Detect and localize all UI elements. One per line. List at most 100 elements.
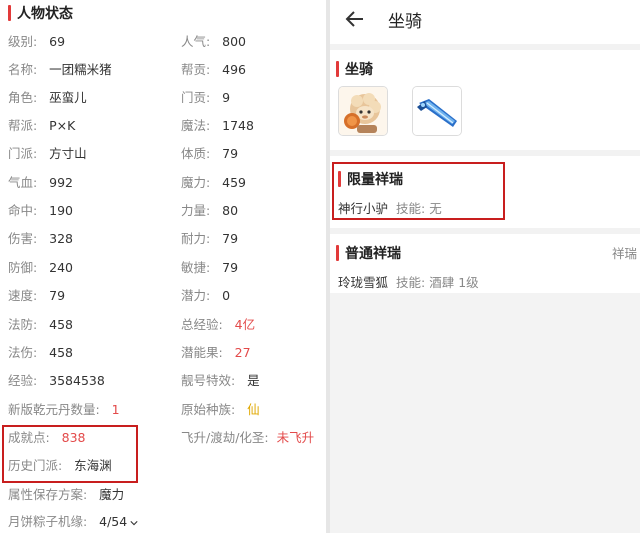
- stat-value: 1: [111, 402, 120, 417]
- stat-label: 速度:: [8, 288, 38, 303]
- stat-popularity: 人气: 800: [181, 34, 246, 50]
- stat-total-exp: 总经验: 4亿: [181, 317, 255, 333]
- stat-value: 魔力: [99, 487, 125, 502]
- stat-accuracy: 命中: 190: [8, 203, 73, 219]
- mount-name: 玲珑雪狐: [338, 275, 389, 290]
- stat-constitution: 体质: 79: [181, 146, 238, 162]
- sheep-mount-image: [339, 87, 387, 135]
- section-gap: [330, 44, 640, 50]
- stat-magic-power: 魔力: 459: [181, 175, 246, 191]
- stat-guild-contribution: 帮贡: 496: [181, 62, 246, 78]
- stat-value: 79: [222, 146, 239, 161]
- stat-value: 是: [247, 373, 260, 388]
- stat-label: 级别:: [8, 34, 38, 49]
- mount-panel: 坐骑 坐骑 限量祥瑞 神行小驴 技能: 无 普通祥瑞 祥瑞 玲珑雪狐 技能: 酒…: [330, 0, 640, 533]
- stat-label: 潜能果:: [181, 345, 223, 360]
- stat-level: 级别: 69: [8, 34, 65, 50]
- stat-attribute-plan: 属性保存方案: 魔力: [8, 487, 124, 503]
- stat-value: 4亿: [234, 317, 256, 332]
- stat-label: 法伤:: [8, 345, 38, 360]
- stat-value: 69: [49, 34, 66, 49]
- stat-label: 经验:: [8, 373, 38, 388]
- stat-value: 方寸山: [49, 146, 87, 161]
- blue-sword-mount-icon[interactable]: [412, 86, 462, 136]
- stat-label: 角色:: [8, 90, 38, 105]
- stat-value: 240: [49, 260, 73, 275]
- section-accent-bar: [8, 5, 11, 21]
- stat-speed: 速度: 79: [8, 288, 65, 304]
- stat-mooncake-chance[interactable]: 月饼粽子机缘: 4/54: [8, 514, 138, 530]
- stat-label: 魔力:: [181, 175, 211, 190]
- sheep-mount-icon[interactable]: [338, 86, 388, 136]
- page-title: 坐骑: [388, 12, 422, 32]
- section-accent-bar: [336, 61, 339, 77]
- stat-value: P×K: [49, 118, 76, 133]
- normal-section-header: 普通祥瑞: [336, 243, 401, 263]
- stat-value: 459: [222, 175, 246, 190]
- back-button[interactable]: [342, 6, 368, 32]
- stat-strength: 力量: 80: [181, 203, 238, 219]
- stat-label: 伤害:: [8, 231, 38, 246]
- stat-label: 气血:: [8, 175, 38, 190]
- blue-sword-mount-image: [413, 87, 461, 135]
- stat-label: 力量:: [181, 203, 211, 218]
- section-gap: [330, 150, 640, 156]
- stat-value: 9: [222, 90, 231, 105]
- stat-value: 190: [49, 203, 73, 218]
- list-item: 玲珑雪狐 技能: 酒肆 1级: [338, 272, 479, 291]
- stat-hp: 气血: 992: [8, 175, 73, 191]
- stat-label: 原始种族:: [181, 402, 236, 417]
- stat-value: 800: [222, 34, 246, 49]
- stat-label: 敏捷:: [181, 260, 211, 275]
- stat-qianyuan-pills: 新版乾元丹数量: 1: [8, 402, 120, 418]
- stat-potential: 潜力: 0: [181, 288, 230, 304]
- stat-original-race: 原始种族: 仙: [181, 402, 260, 418]
- top-bar: 坐骑: [330, 0, 640, 40]
- stat-label: 防御:: [8, 260, 38, 275]
- stat-experience: 经验: 3584538: [8, 373, 105, 389]
- stat-label: 门贡:: [181, 90, 211, 105]
- stat-agility: 敏捷: 79: [181, 260, 238, 276]
- section-gap: [330, 228, 640, 234]
- truncated-label: 祥瑞: [612, 246, 638, 261]
- stat-value: 79: [222, 231, 239, 246]
- stat-value: 27: [234, 345, 251, 360]
- stat-defense: 防御: 240: [8, 260, 73, 276]
- stat-value: 496: [222, 62, 246, 77]
- stat-role: 角色: 巫蛮儿: [8, 90, 87, 106]
- stat-guild: 帮派: P×K: [8, 118, 75, 134]
- stat-label: 新版乾元丹数量:: [8, 402, 100, 417]
- highlight-box: [332, 162, 505, 220]
- mount-section-header: 坐骑: [336, 59, 373, 79]
- stat-damage: 伤害: 328: [8, 231, 73, 247]
- stat-label: 体质:: [181, 146, 211, 161]
- back-arrow-icon: [345, 11, 363, 27]
- stat-label: 月饼粽子机缘:: [8, 514, 88, 529]
- stat-value: 328: [49, 231, 73, 246]
- stat-value: 79: [222, 260, 239, 275]
- stat-label: 法防:: [8, 317, 38, 332]
- character-status-header: 人物状态: [8, 3, 73, 23]
- stat-label: 命中:: [8, 203, 38, 218]
- stat-value: 一团糯米猪: [49, 62, 112, 77]
- stat-magic-damage: 法伤: 458: [8, 345, 73, 361]
- stat-value: 992: [49, 175, 73, 190]
- stat-label: 帮派:: [8, 118, 38, 133]
- mount-section-title: 坐骑: [345, 62, 373, 78]
- character-status-panel: 人物状态 级别: 69 人气: 800 名称: 一团糯米猪 帮贡: 496 角色…: [0, 0, 326, 533]
- stat-label: 潜力:: [181, 288, 211, 303]
- character-status-title: 人物状态: [17, 6, 73, 22]
- stat-vanity-number: 靓号特效: 是: [181, 373, 260, 389]
- chevron-down-icon: [130, 520, 138, 525]
- stat-value: 3584538: [49, 373, 105, 388]
- stat-label: 总经验:: [181, 317, 223, 332]
- stat-label: 飞升/渡劫/化圣:: [181, 430, 269, 445]
- stat-value: 仙: [247, 402, 260, 417]
- stat-magic-defense: 法防: 458: [8, 317, 73, 333]
- stat-value: 458: [49, 345, 73, 360]
- stat-value: 79: [49, 288, 66, 303]
- stat-value: 巫蛮儿: [49, 90, 87, 105]
- normal-section-title: 普通祥瑞: [345, 246, 401, 262]
- stat-value: 458: [49, 317, 73, 332]
- skill-value: 酒肆 1级: [429, 275, 479, 290]
